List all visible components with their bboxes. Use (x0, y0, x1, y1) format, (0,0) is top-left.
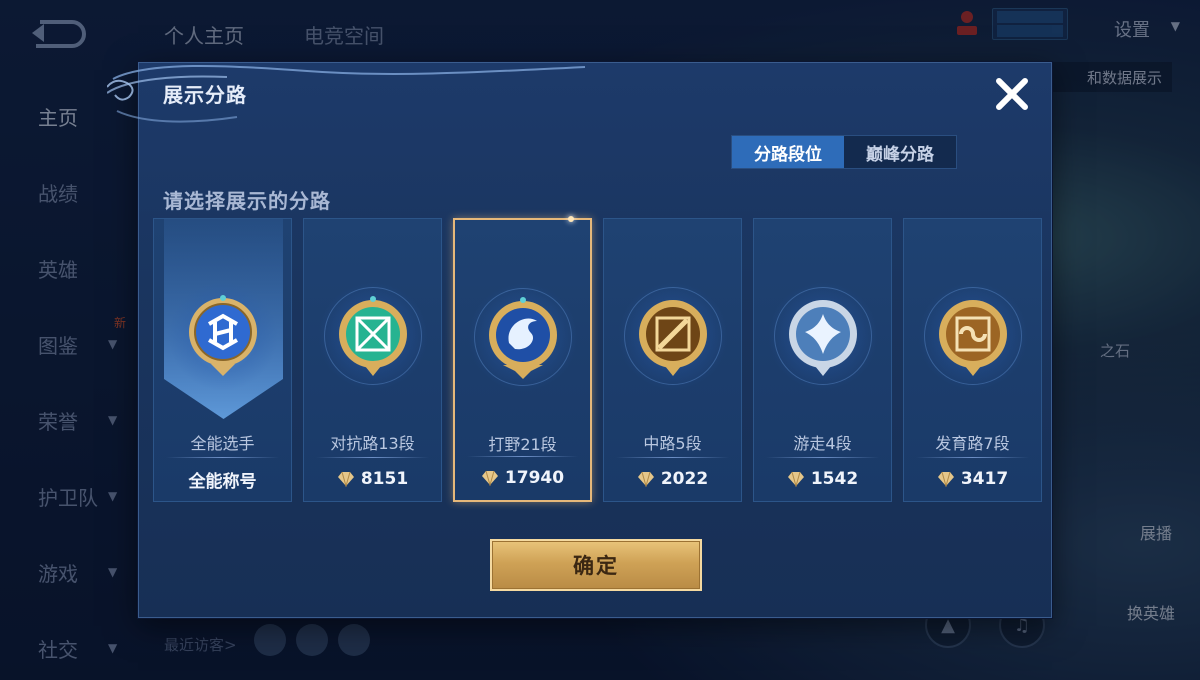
lane-card-label: 打野21段 (488, 435, 557, 454)
roam-badge-icon (788, 300, 857, 376)
lane-card-footer: 2022 (604, 457, 741, 501)
lane-card-footer: 8151 (304, 457, 441, 501)
lane-card-all-rounder[interactable]: 全能选手 全能称号 (153, 218, 292, 502)
confirm-button[interactable]: 确定 (490, 539, 702, 591)
points-value: 17940 (504, 468, 565, 488)
segment-peak-lane[interactable]: 巅峰分路 (844, 136, 956, 168)
lane-card-footer: 1542 (754, 457, 891, 501)
lane-card-farm[interactable]: 发育路7段 3417 (903, 218, 1042, 502)
lane-card-label: 发育路7段 (935, 434, 1010, 453)
jungle-badge-icon (488, 297, 557, 379)
points-gem-icon (637, 471, 654, 487)
lane-card-footer: 全能称号 (154, 457, 291, 501)
points-gem-icon (937, 471, 954, 487)
lane-card-clash[interactable]: 对抗路13段 8151 (303, 218, 442, 502)
lane-card-roam[interactable]: 游走4段 1542 (753, 218, 892, 502)
lane-display-dialog: 展示分路 分路段位 巅峰分路 请选择展示的分路 全能选手 全能称号 对抗路13段… (107, 62, 1052, 618)
points-value: 8151 (360, 469, 409, 489)
badge-container (917, 281, 1028, 391)
clash-lane-badge-icon (338, 296, 407, 376)
close-icon (996, 78, 1028, 110)
lane-card-list: 全能选手 全能称号 对抗路13段 8151 打野21段 17940 中路5段 2… (153, 216, 1042, 502)
select-lane-prompt: 请选择展示的分路 (163, 189, 331, 213)
lane-type-toggle: 分路段位 巅峰分路 (731, 135, 957, 169)
lane-card-label: 对抗路13段 (330, 434, 415, 453)
points-value: 3417 (960, 469, 1009, 489)
lane-card-label: 中路5段 (643, 434, 702, 453)
points-value: 2022 (660, 469, 709, 489)
title-text: 全能称号 (188, 471, 257, 492)
farm-lane-badge-icon (938, 300, 1007, 376)
badge-container (317, 281, 428, 391)
all-rounder-badge-icon (188, 295, 257, 376)
points-value: 1542 (810, 469, 859, 489)
dialog-title: 展示分路 (163, 83, 247, 107)
segment-lane-rank[interactable]: 分路段位 (732, 136, 844, 168)
points-gem-icon (337, 471, 354, 487)
badge-container (167, 281, 278, 391)
lane-card-label: 全能选手 (190, 434, 255, 453)
lane-card-footer: 17940 (455, 456, 590, 500)
mid-lane-badge-icon (638, 300, 707, 376)
lane-card-label: 游走4段 (793, 434, 852, 453)
close-button[interactable] (989, 71, 1035, 117)
badge-container (467, 282, 578, 392)
lane-card-footer: 3417 (904, 457, 1041, 501)
points-gem-icon (787, 471, 804, 487)
lane-card-mid[interactable]: 中路5段 2022 (603, 218, 742, 502)
lane-card-jungle[interactable]: 打野21段 17940 (453, 216, 592, 502)
dialog-header: 展示分路 (107, 63, 1051, 123)
points-gem-icon (481, 470, 498, 486)
badge-container (767, 281, 878, 391)
badge-container (617, 281, 728, 391)
